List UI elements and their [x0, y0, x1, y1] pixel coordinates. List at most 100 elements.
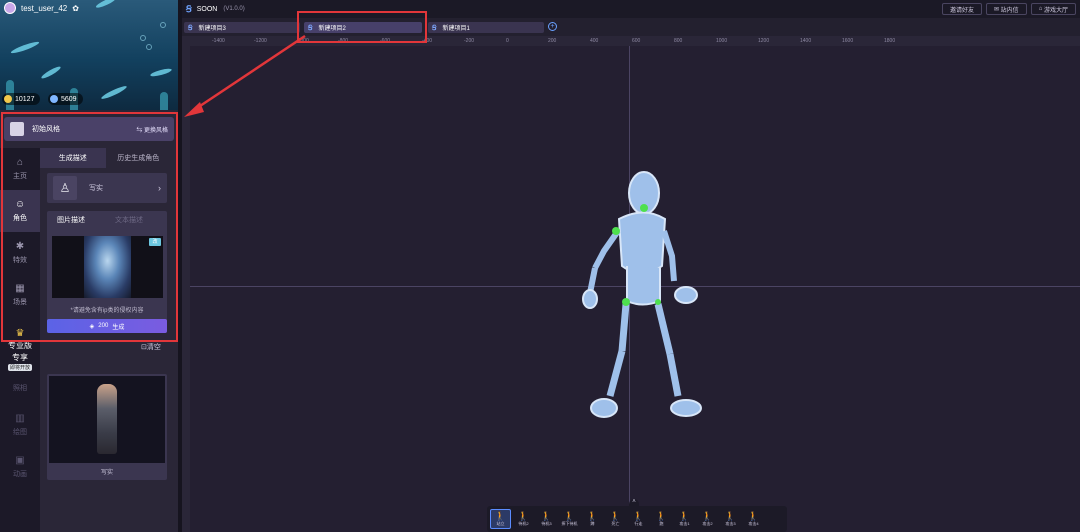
- gem-icon: [50, 95, 58, 103]
- project-icon: Ꞩ: [432, 24, 437, 32]
- mail-icon: ✉: [993, 6, 1001, 13]
- pose-button[interactable]: 🚶 摔下待机: [559, 509, 580, 529]
- pose-button[interactable]: 🚶 跑: [651, 509, 672, 529]
- editor-canvas[interactable]: -1400 -1200 -1000 -800 -600 -400 -200 0 200 400 60…: [182, 36, 1080, 532]
- joint-left-shoulder: [612, 227, 620, 235]
- skeleton-right-thigh: [654, 303, 674, 355]
- avatar[interactable]: [4, 2, 16, 14]
- inbox-label: 站内信: [1000, 7, 1019, 14]
- fish-decor: [40, 64, 62, 81]
- pose-button[interactable]: 🚶 死亡: [605, 509, 626, 529]
- skeleton-right-upper-arm: [661, 230, 677, 282]
- pose-label: 死亡: [611, 520, 620, 526]
- invite-friends-button[interactable]: 邀请好友: [941, 3, 982, 15]
- pose-figure-icon: 🚶: [494, 510, 507, 521]
- collapse-poses-button[interactable]: ˄: [629, 499, 639, 506]
- animation-icon: ▣: [15, 454, 25, 466]
- app-name: SOON: [196, 5, 218, 13]
- pose-label: 站立: [496, 520, 505, 526]
- nav-item-animation: ▣ 动画: [0, 446, 40, 488]
- pose-label: 攻击4: [748, 520, 759, 526]
- project-tab-1[interactable]: Ꞩ 新建项目1: [428, 22, 544, 33]
- pose-label: 待机3: [541, 520, 552, 526]
- pose-button[interactable]: 🚶 行走: [628, 509, 649, 529]
- project-tab-label: 新建项目1: [442, 26, 470, 32]
- pose-button[interactable]: 🚶 待机3: [536, 509, 557, 529]
- clear-label: 清空: [146, 344, 161, 351]
- pose-figure-icon: 🚶: [655, 510, 668, 521]
- game-lobby-button[interactable]: ⌂ 游戏大厅: [1030, 3, 1076, 15]
- pose-label: 行走: [634, 520, 643, 526]
- pose-button[interactable]: 🚶 攻击2: [697, 509, 718, 529]
- pose-label: 摔下待机: [561, 520, 578, 526]
- fish-decor: [149, 67, 173, 78]
- result-card[interactable]: 写实: [47, 374, 167, 480]
- pose-button[interactable]: 🚶 蹲: [582, 509, 603, 529]
- skeleton-left-shin: [606, 350, 626, 397]
- nav-item-photo: 照相: [0, 378, 40, 398]
- gem-balance: 5609: [48, 93, 83, 105]
- gear-icon[interactable]: ✿: [72, 4, 79, 13]
- skeleton-left-foot: [590, 398, 618, 418]
- pose-button[interactable]: 🚶 攻击4: [743, 509, 764, 529]
- coin-icon: [4, 95, 12, 103]
- skeleton-left-upper-arm: [592, 229, 621, 270]
- app-window: test_user_42 ✿ 10127 5609 初始风格 ⇆ 更换风格 ⌂ …: [0, 0, 1080, 532]
- joint-right-hip: [655, 299, 661, 305]
- pose-figure-icon: 🚶: [724, 510, 737, 521]
- pose-figure-icon: 🚶: [701, 510, 714, 521]
- pose-figure-icon: 🚶: [747, 510, 760, 521]
- highlight-box: [297, 11, 427, 43]
- pose-label: 跑: [659, 520, 664, 526]
- bubble-decor: [146, 44, 152, 50]
- seaweed-decor: [160, 92, 168, 110]
- joint-left-hip: [622, 298, 630, 306]
- bubble-decor: [160, 22, 166, 28]
- fish-decor: [100, 84, 128, 101]
- result-label: 写实: [100, 470, 113, 476]
- annotation-arrow: [184, 34, 306, 117]
- top-buttons: 邀请好友 ✉ 站内信 ⌂ 游戏大厅: [941, 3, 1076, 15]
- pose-label: 攻击2: [702, 520, 713, 526]
- pose-button[interactable]: 🚶 待机2: [513, 509, 534, 529]
- logo-icon: Ꞩ: [186, 3, 192, 14]
- pro-subtitle: 专享: [12, 353, 28, 362]
- joint-neck: [640, 204, 648, 212]
- lobby-label: 游戏大厅: [1043, 7, 1068, 14]
- app-version: (V1.0.0): [223, 6, 245, 12]
- username: test_user_42: [21, 3, 68, 13]
- left-panel: test_user_42 ✿ 10127 5609 初始风格 ⇆ 更换风格 ⌂ …: [0, 0, 178, 532]
- skeleton-figure[interactable]: [182, 36, 1080, 532]
- draw-icon: ▥: [15, 412, 25, 424]
- pose-label: 攻击3: [725, 520, 736, 526]
- fish-decor: [10, 40, 40, 55]
- pose-button[interactable]: 🚶 攻击3: [720, 509, 741, 529]
- nav-label: 绘图: [13, 428, 27, 436]
- clear-button[interactable]: ⊡清空: [141, 342, 161, 352]
- highlight-box: [1, 112, 178, 342]
- pose-figure-icon: 🚶: [678, 510, 691, 521]
- gem-amount: 5609: [61, 95, 77, 103]
- pose-figure-icon: 🚶: [517, 510, 530, 521]
- coin-amount: 10127: [15, 95, 35, 103]
- inbox-button[interactable]: ✉ 站内信: [985, 3, 1027, 15]
- profile-banner: test_user_42 ✿ 10127 5609: [0, 0, 178, 110]
- character-render: [97, 384, 117, 454]
- pose-figure-icon: 🚶: [609, 510, 622, 521]
- skeleton-right-hand: [674, 286, 698, 304]
- result-image: [49, 376, 165, 463]
- coin-balance: 10127: [2, 93, 41, 105]
- skeleton-torso: [617, 211, 667, 275]
- pose-button[interactable]: 🚶 攻击1: [674, 509, 695, 529]
- nav-label: 动画: [13, 470, 27, 478]
- skeleton-right-foot: [670, 399, 702, 417]
- add-tab-button[interactable]: +: [548, 22, 557, 31]
- fish-decor: [94, 0, 118, 10]
- nav-item-draw: ▥ 绘图: [0, 404, 40, 446]
- pose-label: 待机2: [518, 520, 529, 526]
- skeleton-pelvis: [626, 266, 661, 306]
- pose-button[interactable]: 🚶 站立: [490, 509, 511, 529]
- coming-soon-badge: 即将开放: [7, 364, 32, 371]
- skeleton-right-shin: [666, 353, 682, 397]
- skeleton-left-hand: [582, 289, 598, 309]
